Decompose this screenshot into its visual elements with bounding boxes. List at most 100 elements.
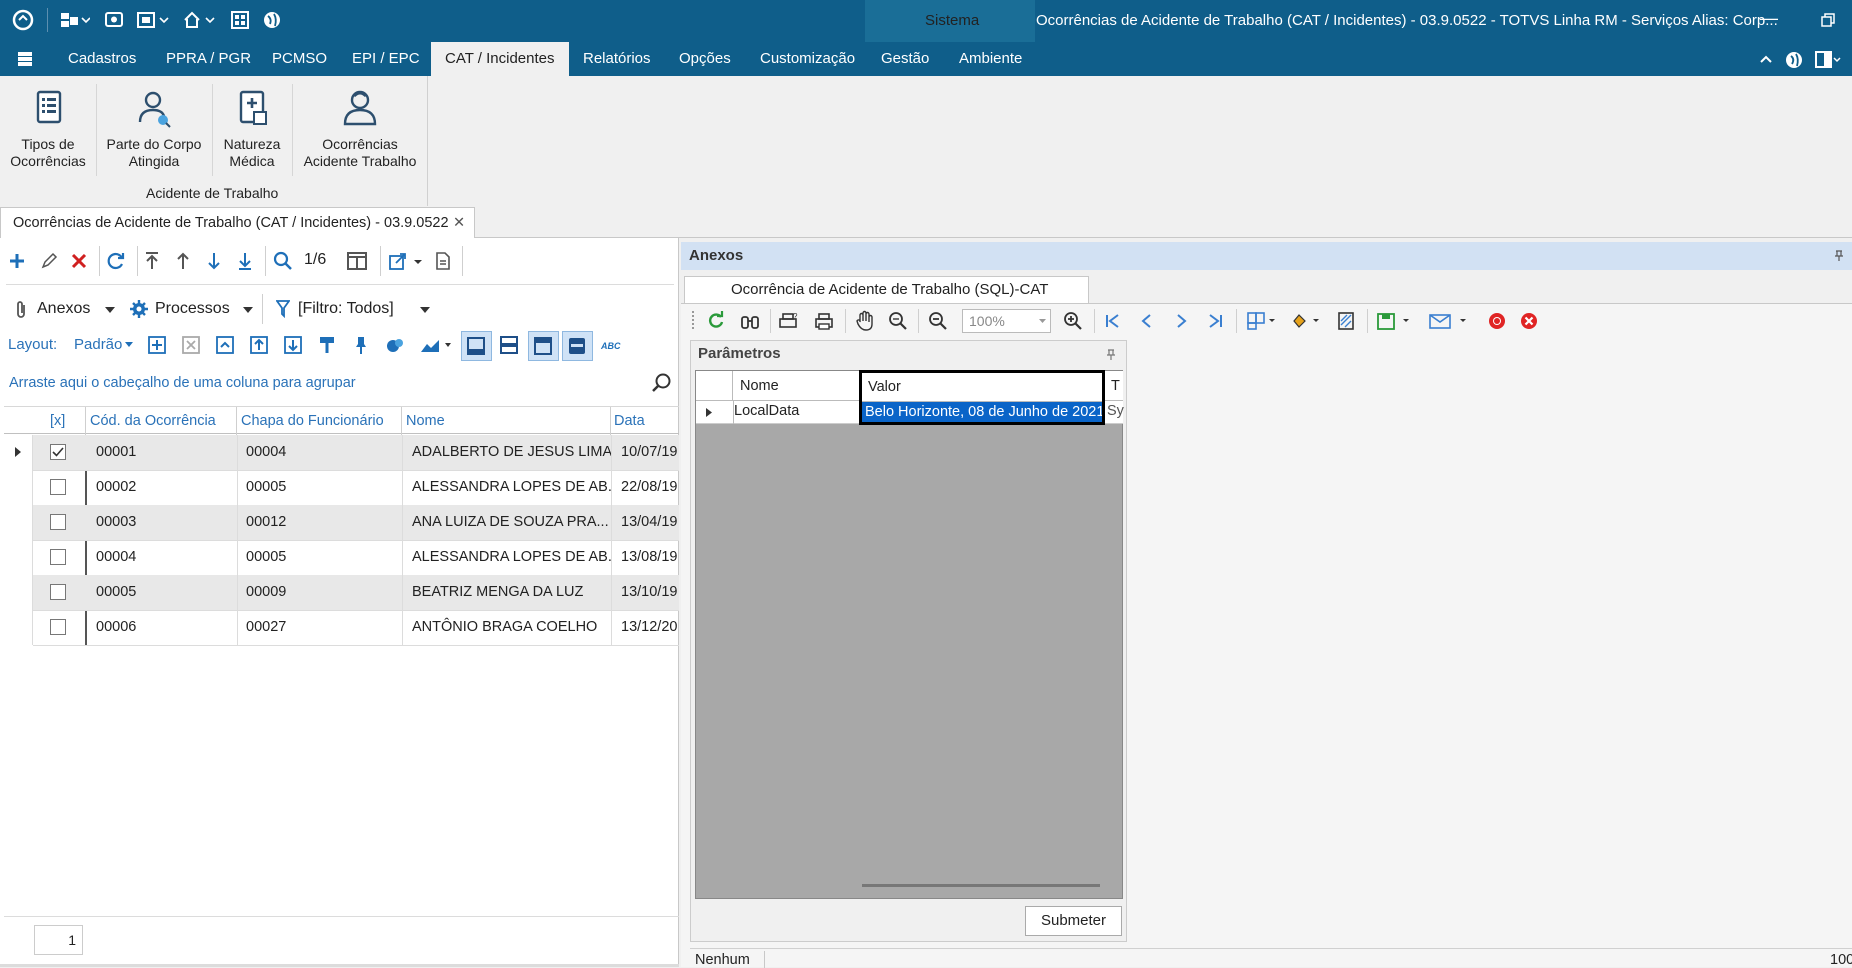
group-by-hint[interactable]: Arraste aqui o cabeçalho de uma coluna p… bbox=[9, 375, 356, 391]
parte-corpo-button[interactable]: Parte do Corpo Atingida bbox=[102, 88, 206, 170]
param-column-nome[interactable]: Nome bbox=[740, 378, 779, 394]
previous-page-icon[interactable] bbox=[1138, 312, 1156, 330]
help-globe-icon[interactable] bbox=[1784, 50, 1804, 70]
column-header-chapa[interactable]: Chapa do Funcionário bbox=[241, 407, 384, 435]
next-record-icon[interactable] bbox=[205, 251, 223, 271]
totvs-logo-icon[interactable] bbox=[12, 9, 34, 31]
layout-select[interactable]: Padrão bbox=[74, 336, 122, 353]
row-checkbox[interactable] bbox=[50, 584, 66, 600]
close-report-icon[interactable] bbox=[1519, 311, 1539, 331]
chevron-down-icon[interactable] bbox=[1038, 318, 1047, 324]
refresh-report-icon[interactable] bbox=[706, 311, 726, 331]
menu-gestao[interactable]: Gestão bbox=[881, 42, 929, 76]
shapes-icon[interactable] bbox=[385, 335, 405, 355]
column-header-nome[interactable]: Nome bbox=[406, 407, 445, 435]
delete-icon[interactable] bbox=[70, 252, 88, 270]
row-checkbox[interactable] bbox=[50, 514, 66, 530]
last-record-icon[interactable] bbox=[236, 251, 254, 271]
row-checkbox[interactable] bbox=[50, 479, 66, 495]
pin-panel-icon[interactable] bbox=[1834, 250, 1844, 262]
row-checkbox[interactable] bbox=[50, 444, 66, 460]
context-icon[interactable] bbox=[58, 9, 90, 31]
filter-menu[interactable]: [Filtro: Todos] bbox=[298, 300, 394, 318]
find-icon[interactable] bbox=[651, 372, 673, 394]
move-up-icon[interactable] bbox=[249, 335, 269, 355]
grid-icon[interactable] bbox=[230, 9, 250, 31]
magnifier-icon[interactable] bbox=[888, 311, 908, 331]
paint-format-icon[interactable] bbox=[317, 335, 337, 355]
report-tab[interactable]: Ocorrência de Acidente de Trabalho (SQL)… bbox=[684, 276, 1089, 303]
toggle-view-3-button[interactable] bbox=[562, 331, 593, 361]
submit-button[interactable]: Submeter bbox=[1025, 906, 1122, 936]
first-record-icon[interactable] bbox=[143, 251, 161, 271]
ocorrencias-acidente-button[interactable]: Ocorrências Acidente Trabalho bbox=[298, 88, 422, 170]
table-row[interactable]: 00004 00005 ALESSANDRA LOPES DE AB... 13… bbox=[33, 540, 679, 576]
anexos-menu[interactable]: Anexos bbox=[37, 300, 90, 318]
save-export-icon[interactable] bbox=[1376, 311, 1412, 331]
table-row[interactable]: 00006 00027 ANTÔNIO BRAGA COELHO 13/12/2… bbox=[33, 610, 679, 646]
param-valor-cell[interactable]: Belo Horizonte, 08 de Junho de 2021. bbox=[862, 402, 1102, 422]
toggle-view-1-button[interactable] bbox=[461, 331, 492, 361]
table-row[interactable]: 00002 00005 ALESSANDRA LOPES DE AB... 22… bbox=[33, 470, 679, 506]
zoom-out-icon[interactable] bbox=[928, 311, 948, 331]
watermark-icon[interactable] bbox=[1336, 311, 1356, 331]
report-icon[interactable] bbox=[434, 251, 452, 271]
row-checkbox[interactable] bbox=[50, 619, 66, 635]
view-icon[interactable] bbox=[104, 9, 124, 31]
page-number[interactable]: 1 bbox=[34, 925, 83, 955]
menu-ambiente[interactable]: Ambiente bbox=[959, 42, 1022, 76]
toggle-view-2-button[interactable] bbox=[528, 331, 559, 361]
spellcheck-icon[interactable]: ABC bbox=[600, 338, 624, 352]
natureza-medica-button[interactable]: Natureza Médica bbox=[216, 88, 288, 170]
column-header-cod[interactable]: Cód. da Ocorrência bbox=[90, 407, 216, 435]
edit-icon[interactable] bbox=[40, 252, 58, 270]
column-header-select[interactable]: [x] bbox=[50, 407, 65, 435]
zoom-in-icon[interactable] bbox=[1063, 311, 1083, 331]
export-icon[interactable] bbox=[388, 251, 424, 271]
menu-customizacao[interactable]: Customização bbox=[760, 42, 855, 76]
window-icon[interactable] bbox=[136, 9, 170, 31]
multi-page-icon[interactable] bbox=[1246, 311, 1278, 331]
first-page-icon[interactable] bbox=[1104, 312, 1122, 330]
refresh-icon[interactable] bbox=[106, 252, 126, 270]
chevron-down-icon[interactable] bbox=[124, 341, 134, 348]
search-icon[interactable] bbox=[273, 251, 293, 271]
menu-epi-epc[interactable]: EPI / EPC bbox=[352, 42, 420, 76]
menu-pcmso[interactable]: PCMSO bbox=[272, 42, 327, 76]
pin-parameters-icon[interactable] bbox=[1106, 349, 1116, 361]
move-down-icon[interactable] bbox=[283, 335, 303, 355]
minimize-button[interactable]: — bbox=[1760, 8, 1778, 29]
document-tab[interactable]: Ocorrências de Acidente de Trabalho (CAT… bbox=[0, 207, 475, 239]
menu-cat-incidentes[interactable]: CAT / Incidentes bbox=[431, 42, 569, 76]
param-column-tipo[interactable]: T bbox=[1111, 378, 1120, 394]
panel-split-icon[interactable] bbox=[499, 335, 519, 355]
table-row[interactable]: 00001 00004 ADALBERTO DE JESUS LIMA 10/0… bbox=[33, 435, 679, 471]
close-tab-icon[interactable]: ✕ bbox=[453, 215, 465, 231]
group-icon[interactable] bbox=[215, 335, 235, 355]
valor-header-cell[interactable]: Valor bbox=[862, 373, 1102, 402]
menu-relatorios[interactable]: Relatórios bbox=[583, 42, 651, 76]
add-icon[interactable] bbox=[8, 252, 26, 270]
layout-menu-icon[interactable] bbox=[1814, 50, 1842, 70]
home-icon[interactable] bbox=[182, 9, 216, 31]
column-header-data[interactable]: Data bbox=[614, 407, 645, 435]
app-menu-icon[interactable] bbox=[16, 50, 34, 68]
collapse-ribbon-icon[interactable] bbox=[1759, 53, 1773, 65]
expand-all-icon[interactable] bbox=[147, 335, 167, 355]
hand-tool-icon[interactable] bbox=[854, 310, 876, 332]
previous-record-icon[interactable] bbox=[174, 251, 192, 271]
collapse-all-icon[interactable] bbox=[181, 335, 201, 355]
table-row[interactable]: 00003 00012 ANA LUIZA DE SOUZA PRA... 13… bbox=[33, 505, 679, 541]
last-page-icon[interactable] bbox=[1206, 312, 1224, 330]
tipos-ocorrencias-button[interactable]: Tipos de Ocorrências bbox=[6, 88, 90, 170]
row-checkbox[interactable] bbox=[50, 549, 66, 565]
table-row[interactable]: 00005 00009 BEATRIZ MENGA DA LUZ 13/10/1… bbox=[33, 575, 679, 611]
email-icon[interactable] bbox=[1428, 312, 1468, 330]
menu-ppra-pgr[interactable]: PPRA / PGR bbox=[166, 42, 251, 76]
stop-icon[interactable] bbox=[1487, 311, 1507, 331]
parameters-scrollbar[interactable] bbox=[862, 884, 1100, 887]
print-setup-icon[interactable]: ? bbox=[778, 311, 800, 331]
pin-icon[interactable] bbox=[351, 335, 371, 355]
next-page-icon[interactable] bbox=[1172, 312, 1190, 330]
color-icon[interactable] bbox=[1290, 311, 1322, 331]
